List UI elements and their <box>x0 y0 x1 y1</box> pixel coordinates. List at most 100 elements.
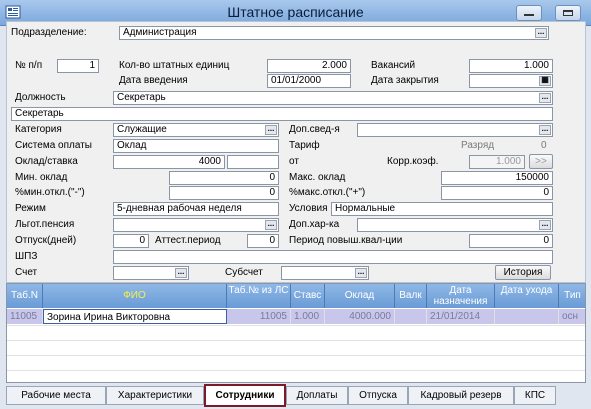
division-label: Подразделение: <box>11 27 87 38</box>
extra-info-lookup-button[interactable]: ... <box>539 125 551 135</box>
corr-coef-button[interactable]: >> <box>529 154 553 169</box>
corr-coef-field[interactable]: 1.000 <box>469 155 525 169</box>
mode-label: Режим <box>15 203 46 214</box>
bottom-tabs: Рабочие места Характеристики Сотрудники … <box>0 383 591 409</box>
pension-label: Льгот.пенсия <box>15 219 75 230</box>
minimize-button[interactable] <box>516 5 542 21</box>
salary-field[interactable]: 4000 <box>113 155 225 169</box>
position-label: Должность <box>15 92 66 103</box>
max-dev-field[interactable]: 0 <box>441 186 553 200</box>
conditions-label: Условия <box>289 203 328 214</box>
vacancies-label: Вакансий <box>371 60 416 71</box>
extra-char-field[interactable]: ... <box>357 218 553 232</box>
vacancies-field[interactable]: 1.000 <box>469 59 553 73</box>
cell-type[interactable]: осн <box>559 309 585 324</box>
max-dev-label: %макс.откл.("+") <box>289 187 366 198</box>
category-value: Служащие <box>117 124 167 135</box>
account-field[interactable]: ... <box>113 266 189 280</box>
mode-field[interactable]: 5-дневная рабочая неделя <box>113 202 279 216</box>
category-field[interactable]: Служащие ... <box>113 123 279 137</box>
window-title: Штатное расписание <box>227 4 364 20</box>
close-date-field[interactable]: ▦ <box>469 74 553 88</box>
col-currency[interactable]: Валк <box>395 284 427 308</box>
conditions-field[interactable]: Нормальные <box>331 202 553 216</box>
tab-workplaces[interactable]: Рабочие места <box>6 386 106 405</box>
tab-characteristics[interactable]: Характеристики <box>106 386 204 405</box>
staff-schedule-form: Подразделение: Администрация ... № п/п 1… <box>6 21 586 283</box>
subaccount-lookup-button[interactable]: ... <box>355 268 367 278</box>
extra-char-lookup-button[interactable]: ... <box>539 220 551 230</box>
qual-field[interactable]: 0 <box>469 234 553 248</box>
max-salary-field[interactable]: 150000 <box>441 171 553 185</box>
col-type[interactable]: Тип <box>559 284 585 308</box>
calendar-icon[interactable]: ▦ <box>539 76 551 86</box>
pay-system-label: Система оплаты <box>15 140 92 151</box>
col-appoint-date[interactable]: Дата назначения <box>427 284 495 308</box>
cell-tab-num[interactable]: 11005 <box>7 309 43 324</box>
category-lookup-button[interactable]: ... <box>265 125 277 135</box>
cell-fio[interactable]: Зорина Ирина Викторовна <box>43 309 227 324</box>
grid-header: Таб.N ФИО Таб.№ из ЛС Ставс Оклад Валк Д… <box>7 284 585 308</box>
pay-system-field[interactable]: Оклад <box>113 139 279 153</box>
col-tab-num[interactable]: Таб.N <box>7 284 43 308</box>
position-field[interactable]: Секретарь ... <box>113 91 553 105</box>
division-field[interactable]: Администрация ... <box>119 26 549 40</box>
min-salary-label: Мин. оклад <box>15 172 68 183</box>
pension-lookup-button[interactable]: ... <box>265 220 277 230</box>
cell-rate[interactable]: 1.000 <box>291 309 325 324</box>
units-field[interactable]: 2.000 <box>267 59 351 73</box>
salary-extra-field[interactable] <box>227 155 279 169</box>
shpz-label: ШПЗ <box>15 251 38 262</box>
subaccount-label: Субсчет <box>225 267 263 278</box>
max-salary-label: Макс. оклад <box>289 172 346 183</box>
close-date-label: Дата закрытия <box>371 75 439 86</box>
grid-row-line <box>7 340 585 341</box>
cell-appoint-date[interactable]: 21/01/2014 <box>427 309 495 324</box>
grade-value: 0 <box>541 140 547 151</box>
extra-char-label: Доп.хар-ка <box>289 219 340 230</box>
account-lookup-button[interactable]: ... <box>175 268 187 278</box>
pension-field[interactable]: ... <box>113 218 279 232</box>
division-lookup-button[interactable]: ... <box>535 28 547 38</box>
grid-row-line <box>7 325 585 326</box>
tab-kps[interactable]: КПС <box>514 386 556 405</box>
position-value: Секретарь <box>117 92 166 103</box>
col-leave-date[interactable]: Дата ухода <box>495 284 559 308</box>
extra-info-field[interactable]: ... <box>357 123 553 137</box>
grid-row-line <box>7 370 585 371</box>
min-salary-field[interactable]: 0 <box>169 171 279 185</box>
col-fio[interactable]: ФИО <box>43 284 227 308</box>
cell-tab-num-ls[interactable]: 11005 <box>227 309 291 324</box>
cell-currency[interactable] <box>395 309 427 324</box>
vacation-field[interactable]: 0 <box>113 234 149 248</box>
tariff-label: Тариф <box>289 140 320 151</box>
maximize-button[interactable] <box>555 5 581 21</box>
category-label: Категория <box>15 124 62 135</box>
num-label: № п/п <box>15 60 43 71</box>
col-salary[interactable]: Оклад <box>325 284 395 308</box>
attest-field[interactable]: 0 <box>247 234 279 248</box>
subaccount-field[interactable]: ... <box>281 266 369 280</box>
col-tab-num-ls[interactable]: Таб.№ из ЛС <box>227 284 291 308</box>
cell-salary[interactable]: 4000.000 <box>325 309 395 324</box>
intro-date-field[interactable]: 01/01/2000 <box>267 74 351 88</box>
units-label: Кол-во штатных единиц <box>119 60 230 71</box>
minimize-icon <box>524 10 534 16</box>
min-dev-field[interactable]: 0 <box>169 186 279 200</box>
history-button[interactable]: История <box>495 265 551 280</box>
intro-date-label: Дата введения <box>119 75 188 86</box>
col-rate[interactable]: Ставс <box>291 284 325 308</box>
position-lookup-button[interactable]: ... <box>539 93 551 103</box>
tab-allowances[interactable]: Доплаты <box>286 386 348 405</box>
tab-vacations[interactable]: Отпуска <box>348 386 408 405</box>
min-dev-label: %мин.откл.("-") <box>15 187 85 198</box>
num-field[interactable]: 1 <box>57 59 99 73</box>
vacation-label: Отпуск(дней) <box>15 235 77 246</box>
shpz-field[interactable] <box>113 250 553 264</box>
employees-grid[interactable]: Таб.N ФИО Таб.№ из ЛС Ставс Оклад Валк Д… <box>6 283 586 383</box>
tab-employees[interactable]: Сотрудники <box>204 384 286 407</box>
tab-personnel-reserve[interactable]: Кадровый резерв <box>408 386 514 405</box>
cell-leave-date[interactable] <box>495 309 559 324</box>
salary-label: Оклад/ставка <box>15 156 78 167</box>
position-full-field[interactable]: Секретарь <box>11 107 553 121</box>
